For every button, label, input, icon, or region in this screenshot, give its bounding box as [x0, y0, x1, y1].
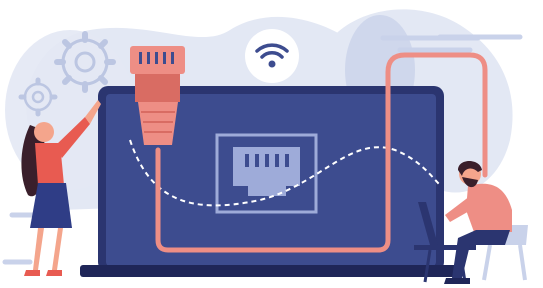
wifi-icon	[245, 29, 299, 83]
network-illustration	[0, 0, 543, 288]
